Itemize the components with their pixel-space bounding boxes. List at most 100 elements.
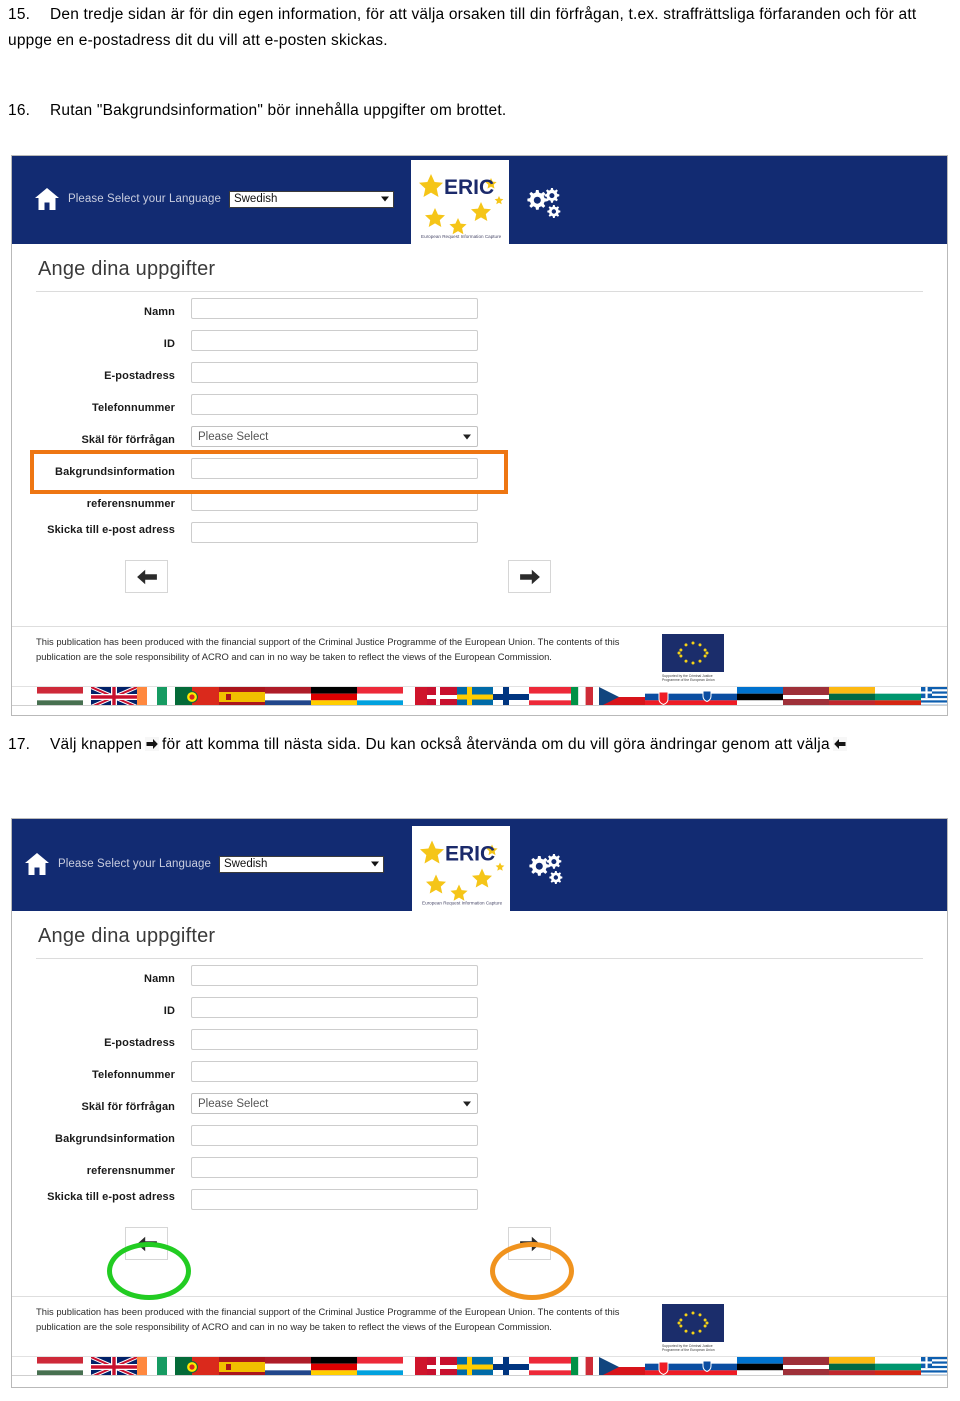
language-select[interactable]: Swedish (228, 190, 394, 208)
bakgrundsinformation-input[interactable] (191, 458, 478, 479)
flag-ireland (137, 1357, 167, 1375)
flag-united-kingdom (91, 687, 137, 705)
flag-austria (529, 687, 571, 705)
flag-denmark (427, 687, 457, 705)
flag-portugal (175, 687, 219, 705)
step-text: Rutan "Bakgrundsinformation" bör innehål… (50, 102, 507, 119)
skicka-till-epost-adress-input[interactable] (191, 1189, 478, 1210)
eu-badge-caption: Supported by the Criminal Justice Progra… (662, 1344, 715, 1353)
form-row-skal-for-forfragan: Skäl för förfrågan Please Select (12, 426, 947, 458)
home-icon[interactable] (34, 187, 60, 211)
skal-for-forfragan-select[interactable]: Please Select (191, 426, 478, 447)
country-flag-strip (12, 686, 947, 706)
field-label: Skäl för förfrågan (81, 1101, 175, 1113)
field-label: E-postadress (104, 370, 175, 382)
step-number: 16. (8, 102, 31, 119)
back-button[interactable] (125, 560, 168, 593)
form-row-namn: Namn (12, 298, 947, 330)
language-label: Please Select your Language (68, 193, 221, 205)
form-row-namn: Namn (12, 965, 947, 997)
back-button[interactable] (125, 1227, 168, 1260)
flag-slovenia (691, 687, 737, 705)
flag-netherlands (265, 1357, 311, 1375)
eu-badge: Supported by the Criminal Justice Progra… (662, 1304, 724, 1353)
language-select-value: Swedish (233, 193, 278, 205)
id-input[interactable] (191, 997, 478, 1018)
form-row-id: ID (12, 330, 947, 362)
namn-input[interactable] (191, 298, 478, 319)
eu-flag-icon (662, 634, 724, 672)
flag-lithuania (829, 1357, 875, 1375)
referensnummer-input[interactable] (191, 490, 478, 511)
chevron-down-icon (370, 861, 379, 867)
bakgrundsinformation-input[interactable] (191, 1125, 478, 1146)
flag-malta (403, 1357, 427, 1375)
namn-input[interactable] (191, 965, 478, 986)
language-label: Please Select your Language (58, 858, 211, 870)
field-label: Bakgrundsinformation (55, 466, 175, 478)
form-area: Namn ID E-postadress Telefonnummer Skäl … (12, 292, 947, 604)
eu-badge: Supported by the Criminal Justice Progra… (662, 634, 724, 683)
home-icon[interactable] (24, 852, 50, 876)
select-value: Please Select (198, 430, 269, 443)
app-header: Please Select your Language Swedish ERIC… (12, 819, 947, 913)
svg-text:European Request Information C: European Request Information Capture (421, 234, 502, 239)
flag-hungary (37, 687, 83, 705)
field-label: Skicka till e-post adress (47, 524, 175, 536)
field-label: Skäl för förfrågan (81, 434, 175, 446)
footer-disclaimer: This publication has been produced with … (36, 1306, 620, 1332)
telefonnummer-input[interactable] (191, 394, 478, 415)
flag-sweden (457, 1357, 493, 1375)
gears-icon[interactable] (525, 852, 565, 886)
country-flag-strip (12, 1356, 947, 1376)
flag-czech-republic (599, 687, 645, 705)
flag-luxembourg (357, 687, 403, 705)
next-button[interactable] (508, 1227, 551, 1260)
flag-germany (311, 1357, 357, 1375)
id-input[interactable] (191, 330, 478, 351)
select-value: Please Select (198, 1097, 269, 1110)
flag-latvia (783, 1357, 829, 1375)
referensnummer-input[interactable] (191, 1157, 478, 1178)
skal-for-forfragan-select[interactable]: Please Select (191, 1093, 478, 1114)
chevron-down-icon (463, 1101, 471, 1106)
language-select[interactable]: Swedish (218, 855, 384, 873)
flag-latvia (783, 687, 829, 705)
field-label: referensnummer (86, 1165, 175, 1177)
form-row-referensnummer: referensnummer (12, 1157, 947, 1189)
app-screenshot-first: Please Select your Language Swedish ERIC… (11, 155, 948, 716)
form-row-telefonnummer: Telefonnummer (12, 394, 947, 426)
flag-czech-republic (599, 1357, 645, 1375)
svg-text:ERIC: ERIC (444, 176, 494, 199)
telefonnummer-input[interactable] (191, 1061, 478, 1082)
form-row-referensnummer: referensnummer (12, 490, 947, 522)
app-footer: This publication has been produced with … (12, 626, 947, 686)
flag-germany (311, 687, 357, 705)
form-row-epostadress: E-postadress (12, 1029, 947, 1061)
form-row-skicka-till-epost-adress: Skicka till e-post adress (12, 1189, 947, 1221)
next-button[interactable] (508, 560, 551, 593)
step-number: 17. (8, 736, 31, 753)
gears-icon[interactable] (523, 186, 563, 220)
form-row-bakgrundsinformation: Bakgrundsinformation (12, 1125, 947, 1157)
header-controls: Please Select your Language Swedish (34, 187, 394, 211)
app-body: Ange dina uppgifter Namn ID E-postadress… (12, 244, 947, 626)
flag-luxembourg (357, 1357, 403, 1375)
page-title: Ange dina uppgifter (38, 925, 216, 947)
step-text-part1: Välj knappen (50, 736, 143, 753)
epostadress-input[interactable] (191, 362, 478, 383)
app-screenshot-second: Please Select your Language Swedish ERIC… (11, 818, 948, 1388)
eu-flag-icon (662, 1304, 724, 1342)
skicka-till-epost-adress-input[interactable] (191, 522, 478, 543)
arrow-left-icon (832, 737, 847, 751)
step-number: 15. (8, 6, 31, 23)
form-row-skal-for-forfragan: Skäl för förfrågan Please Select (12, 1093, 947, 1125)
form-navigation (12, 558, 947, 604)
field-label: Namn (144, 973, 175, 985)
field-label: Namn (144, 306, 175, 318)
eu-badge-caption: Supported by the Criminal Justice Progra… (662, 674, 715, 683)
form-navigation (12, 1225, 947, 1271)
field-label: Skicka till e-post adress (47, 1191, 175, 1203)
epostadress-input[interactable] (191, 1029, 478, 1050)
app-footer: This publication has been produced with … (12, 1296, 947, 1356)
